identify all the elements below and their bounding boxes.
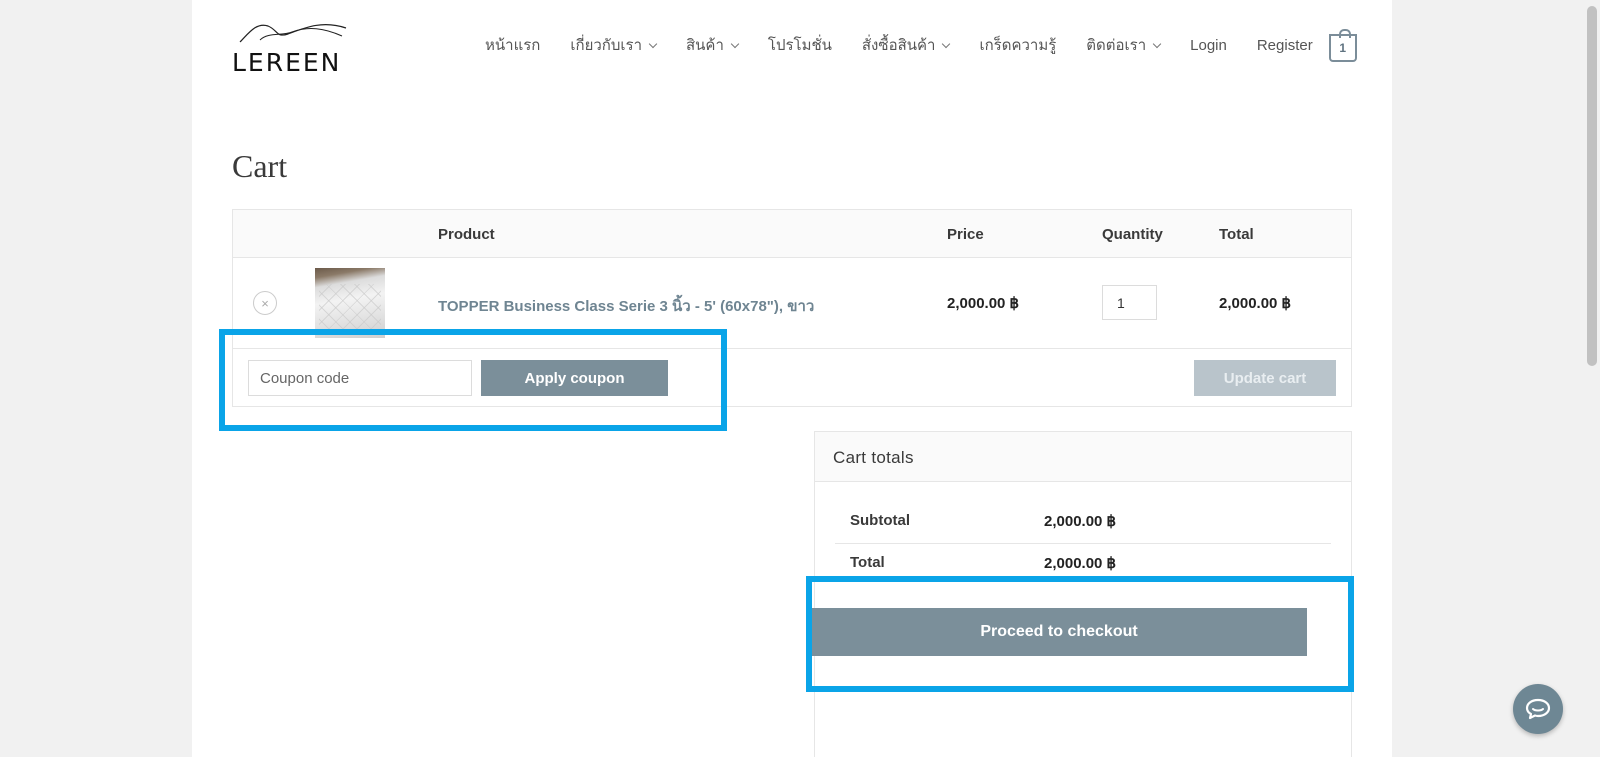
chevron-down-icon — [730, 39, 740, 48]
scrollbar-thumb[interactable] — [1587, 6, 1597, 366]
nav-item-about[interactable]: เกี่ยวกับเรา — [570, 33, 658, 57]
quantity-input[interactable] — [1102, 285, 1157, 320]
cart-totals-panel: Cart totals Subtotal 2,000.00 ฿ Total 2,… — [814, 431, 1352, 757]
logo-wave-icon — [239, 24, 347, 43]
main-nav: หน้าแรก เกี่ยวกับเรา สินค้า โปรโมชั่น สั… — [485, 29, 1357, 62]
nav-item-home[interactable]: หน้าแรก — [485, 33, 540, 57]
chat-bubble-icon[interactable] — [1513, 684, 1563, 734]
product-price: 2,000.00 ฿ — [947, 295, 1020, 312]
total-value: 2,000.00 ฿ — [1044, 555, 1117, 572]
nav-item-knowledge[interactable]: เกร็ดความรู้ — [979, 33, 1056, 57]
nav-item-contact[interactable]: ติดต่อเรา — [1086, 33, 1162, 57]
header-product: Product — [438, 226, 495, 243]
chevron-down-icon — [942, 39, 951, 48]
chevron-down-icon — [1152, 39, 1162, 48]
nav-item-label: เกี่ยวกับเรา — [570, 37, 643, 54]
cart-totals-header: Cart totals — [815, 432, 1351, 482]
header-price: Price — [947, 226, 984, 243]
nav-item-register[interactable]: Register — [1257, 37, 1313, 54]
coupon-input[interactable] — [248, 360, 472, 396]
header-quantity: Quantity — [1102, 226, 1163, 243]
nav-item-login[interactable]: Login — [1190, 37, 1227, 54]
nav-item-label: เกร็ดความรู้ — [979, 37, 1057, 54]
shopping-bag-icon[interactable]: 1 — [1328, 29, 1357, 62]
subtotal-label: Subtotal — [850, 512, 910, 529]
remove-glyph: × — [261, 295, 269, 311]
nav-item-label: สินค้า — [686, 37, 724, 54]
chat-glyph-icon — [1525, 698, 1551, 720]
subtotal-value: 2,000.00 ฿ — [1044, 513, 1117, 530]
table-row: × TOPPER Business Class Serie 3 นิ้ว - 5… — [233, 258, 1351, 349]
cart-actions: Apply coupon Update cart — [233, 349, 1351, 407]
product-name-link[interactable]: TOPPER Business Class Serie 3 นิ้ว - 5' … — [438, 294, 814, 318]
chevron-down-icon — [648, 39, 658, 48]
totals-divider — [835, 543, 1331, 544]
logo-text: LEREEN — [232, 48, 342, 77]
nav-item-label: ติดต่อเรา — [1086, 37, 1147, 54]
header-total: Total — [1219, 226, 1254, 243]
proceed-to-checkout-button[interactable]: Proceed to checkout — [811, 608, 1307, 656]
cart-count-badge: 1 — [1339, 41, 1347, 55]
product-thumbnail[interactable] — [315, 268, 385, 338]
product-subtotal: 2,000.00 ฿ — [1219, 295, 1292, 312]
nav-item-label: โปรโมชั่น — [767, 37, 832, 54]
cart-table: Product Price Quantity Total × TOPPER Bu… — [232, 209, 1352, 407]
nav-item-products[interactable]: สินค้า — [686, 33, 740, 57]
cart-table-header: Product Price Quantity Total — [233, 210, 1351, 258]
update-cart-button[interactable]: Update cart — [1194, 360, 1336, 396]
nav-item-promotion[interactable]: โปรโมชั่น — [768, 33, 832, 57]
nav-item-label: Register — [1256, 36, 1313, 54]
site-logo[interactable]: LEREEN — [232, 16, 354, 78]
page-title: Cart — [232, 148, 288, 184]
total-label: Total — [850, 554, 885, 571]
page-scrollbar[interactable] — [1583, 0, 1600, 757]
remove-circle-icon[interactable]: × — [253, 291, 277, 315]
cart-totals-title: Cart totals — [833, 448, 914, 467]
apply-coupon-button[interactable]: Apply coupon — [481, 360, 668, 396]
nav-item-label: สั่งซื้อสินค้า — [861, 37, 936, 54]
nav-item-order[interactable]: สั่งซื้อสินค้า — [861, 33, 951, 57]
nav-item-label: Login — [1190, 36, 1227, 54]
nav-item-label: หน้าแรก — [485, 37, 541, 54]
